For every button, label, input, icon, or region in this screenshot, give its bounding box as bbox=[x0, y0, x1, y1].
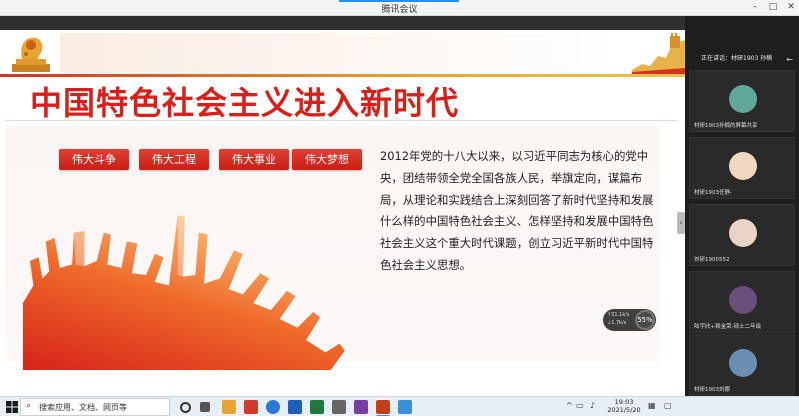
file-explorer-icon[interactable] bbox=[222, 400, 236, 414]
browser-icon[interactable] bbox=[266, 400, 280, 414]
tag-dream: 伟大梦想 bbox=[292, 149, 362, 170]
participant-tile[interactable]: 材研1903任静- bbox=[689, 137, 795, 199]
stone-lion-icon bbox=[12, 37, 50, 72]
app-icon-red[interactable] bbox=[244, 400, 258, 414]
word-icon[interactable] bbox=[288, 400, 302, 414]
slide-header bbox=[0, 30, 685, 78]
cheering-crowd-illustration bbox=[22, 215, 345, 370]
participant-name: 陆宇欣+赖金荣-硕士二年级 bbox=[694, 324, 762, 330]
participants-panel: › 正在讲话：材研1903 孙楠 ← 材研1903孙楠的屏幕共享 材研1903任… bbox=[677, 16, 799, 396]
participant-tile[interactable]: 材研1903刘娜 bbox=[689, 334, 795, 396]
clock-date: 2021/5/20 bbox=[607, 406, 641, 414]
participant-name: 材研1903刘娜 bbox=[694, 387, 730, 393]
cpu-percent: 55% bbox=[635, 310, 655, 330]
participant-name: 刘研1900552 bbox=[694, 257, 730, 263]
powerpoint-icon[interactable] bbox=[375, 399, 391, 415]
slide-title: 中国特色社会主义进入新时代 bbox=[30, 84, 460, 122]
participant-avatar bbox=[729, 349, 757, 377]
store-icon[interactable] bbox=[332, 400, 346, 414]
volume-icon[interactable]: ♪ bbox=[590, 401, 595, 410]
onenote-icon[interactable] bbox=[354, 400, 368, 414]
meeting-top-strip bbox=[0, 16, 685, 30]
participant-avatar bbox=[729, 219, 757, 247]
participant-name: 材研1903任静- bbox=[694, 190, 732, 196]
participant-avatar bbox=[729, 286, 757, 314]
shared-slide: 中国特色社会主义进入新时代 伟大斗争 伟大工程 伟大事业 伟大梦想 2012年党… bbox=[0, 30, 685, 396]
download-rate: ↓1.7k/s bbox=[607, 320, 627, 326]
network-icon[interactable]: ▭ bbox=[576, 401, 584, 410]
close-button[interactable]: ✕ bbox=[784, 1, 798, 14]
minimize-button[interactable]: – bbox=[748, 1, 762, 14]
excel-icon[interactable] bbox=[310, 400, 324, 414]
upload-rate: ↑51.1k/s bbox=[607, 312, 630, 318]
participant-tile[interactable]: 陆宇欣+赖金荣-硕士二年级 bbox=[689, 271, 795, 333]
window-titlebar: 腾讯会议 – □ ✕ bbox=[0, 0, 799, 16]
taskbar-clock[interactable]: 19:03 2021/5/20 bbox=[605, 398, 643, 414]
windows-taskbar: ⌕ 搜索应用、文档、网页等 ^ ▭ ♪ 19:03 2021/5/20 ▦ ▢ bbox=[0, 396, 799, 416]
header-underline bbox=[0, 74, 685, 77]
participant-tile[interactable]: 材研1903孙楠的屏幕共享 bbox=[689, 70, 795, 132]
tencent-meeting-icon[interactable] bbox=[398, 400, 412, 414]
participant-tile[interactable]: 刘研1900552 bbox=[689, 204, 795, 266]
speaking-indicator: 正在讲话：材研1903 孙楠 bbox=[685, 52, 799, 66]
taskbar-search-box[interactable]: ⌕ 搜索应用、文档、网页等 bbox=[20, 398, 170, 416]
tray-overflow-icon[interactable]: ^ bbox=[566, 401, 573, 410]
search-icon: ⌕ bbox=[26, 401, 32, 411]
participant-avatar bbox=[729, 85, 757, 113]
tag-cause: 伟大事业 bbox=[219, 149, 289, 170]
search-placeholder: 搜索应用、文档、网页等 bbox=[39, 403, 127, 412]
panel-collapse-handle[interactable]: › bbox=[677, 212, 685, 234]
header-band bbox=[60, 33, 620, 73]
network-speed-badge[interactable]: ↑51.1k/s ↓1.7k/s 55% bbox=[603, 309, 656, 331]
network-rates: ↑51.1k/s ↓1.7k/s bbox=[607, 311, 630, 327]
slide-body-text: 2012年党的十八大以来，以习近平同志为核心的党中央，团结带领全党全国各族人民，… bbox=[380, 149, 654, 272]
clock-time: 19:03 bbox=[614, 398, 634, 406]
notification-icon[interactable]: ▢ bbox=[664, 401, 672, 410]
tag-struggle: 伟大斗争 bbox=[59, 149, 129, 170]
tag-project: 伟大工程 bbox=[139, 149, 209, 170]
windows-start-icon[interactable] bbox=[6, 401, 18, 413]
window-title: 腾讯会议 bbox=[381, 5, 418, 15]
participant-name: 材研1903孙楠的屏幕共享 bbox=[694, 123, 758, 129]
maximize-button[interactable]: □ bbox=[766, 1, 780, 14]
great-wall-icon bbox=[632, 33, 685, 75]
task-view-icon[interactable] bbox=[200, 402, 210, 412]
participant-avatar bbox=[729, 152, 757, 180]
language-icon[interactable]: ▦ bbox=[648, 401, 656, 410]
title-divider bbox=[5, 120, 677, 121]
back-arrow-icon[interactable]: ← bbox=[786, 55, 793, 64]
cortana-icon[interactable] bbox=[180, 402, 191, 413]
